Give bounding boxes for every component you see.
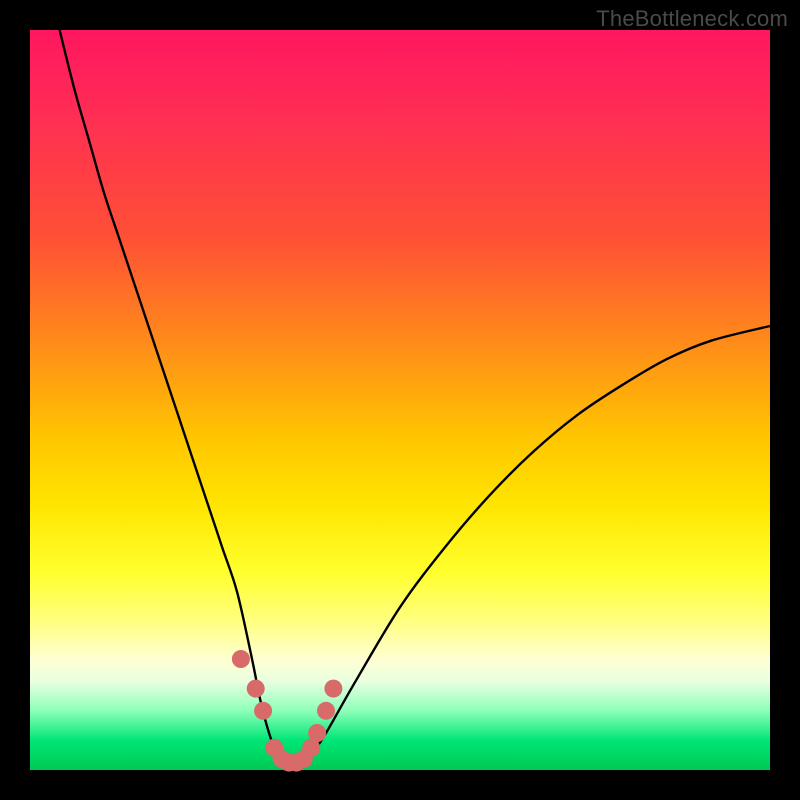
highlight-dot: [317, 702, 335, 720]
highlight-dot: [324, 680, 342, 698]
highlight-dot: [232, 650, 250, 668]
chart-frame: TheBottleneck.com: [0, 0, 800, 800]
curve-layer: [30, 30, 770, 770]
highlight-markers: [232, 650, 343, 772]
highlight-dot: [247, 680, 265, 698]
highlight-dot: [308, 724, 326, 742]
highlight-dot: [254, 702, 272, 720]
watermark-text: TheBottleneck.com: [596, 6, 788, 32]
bottleneck-curve: [60, 30, 770, 771]
